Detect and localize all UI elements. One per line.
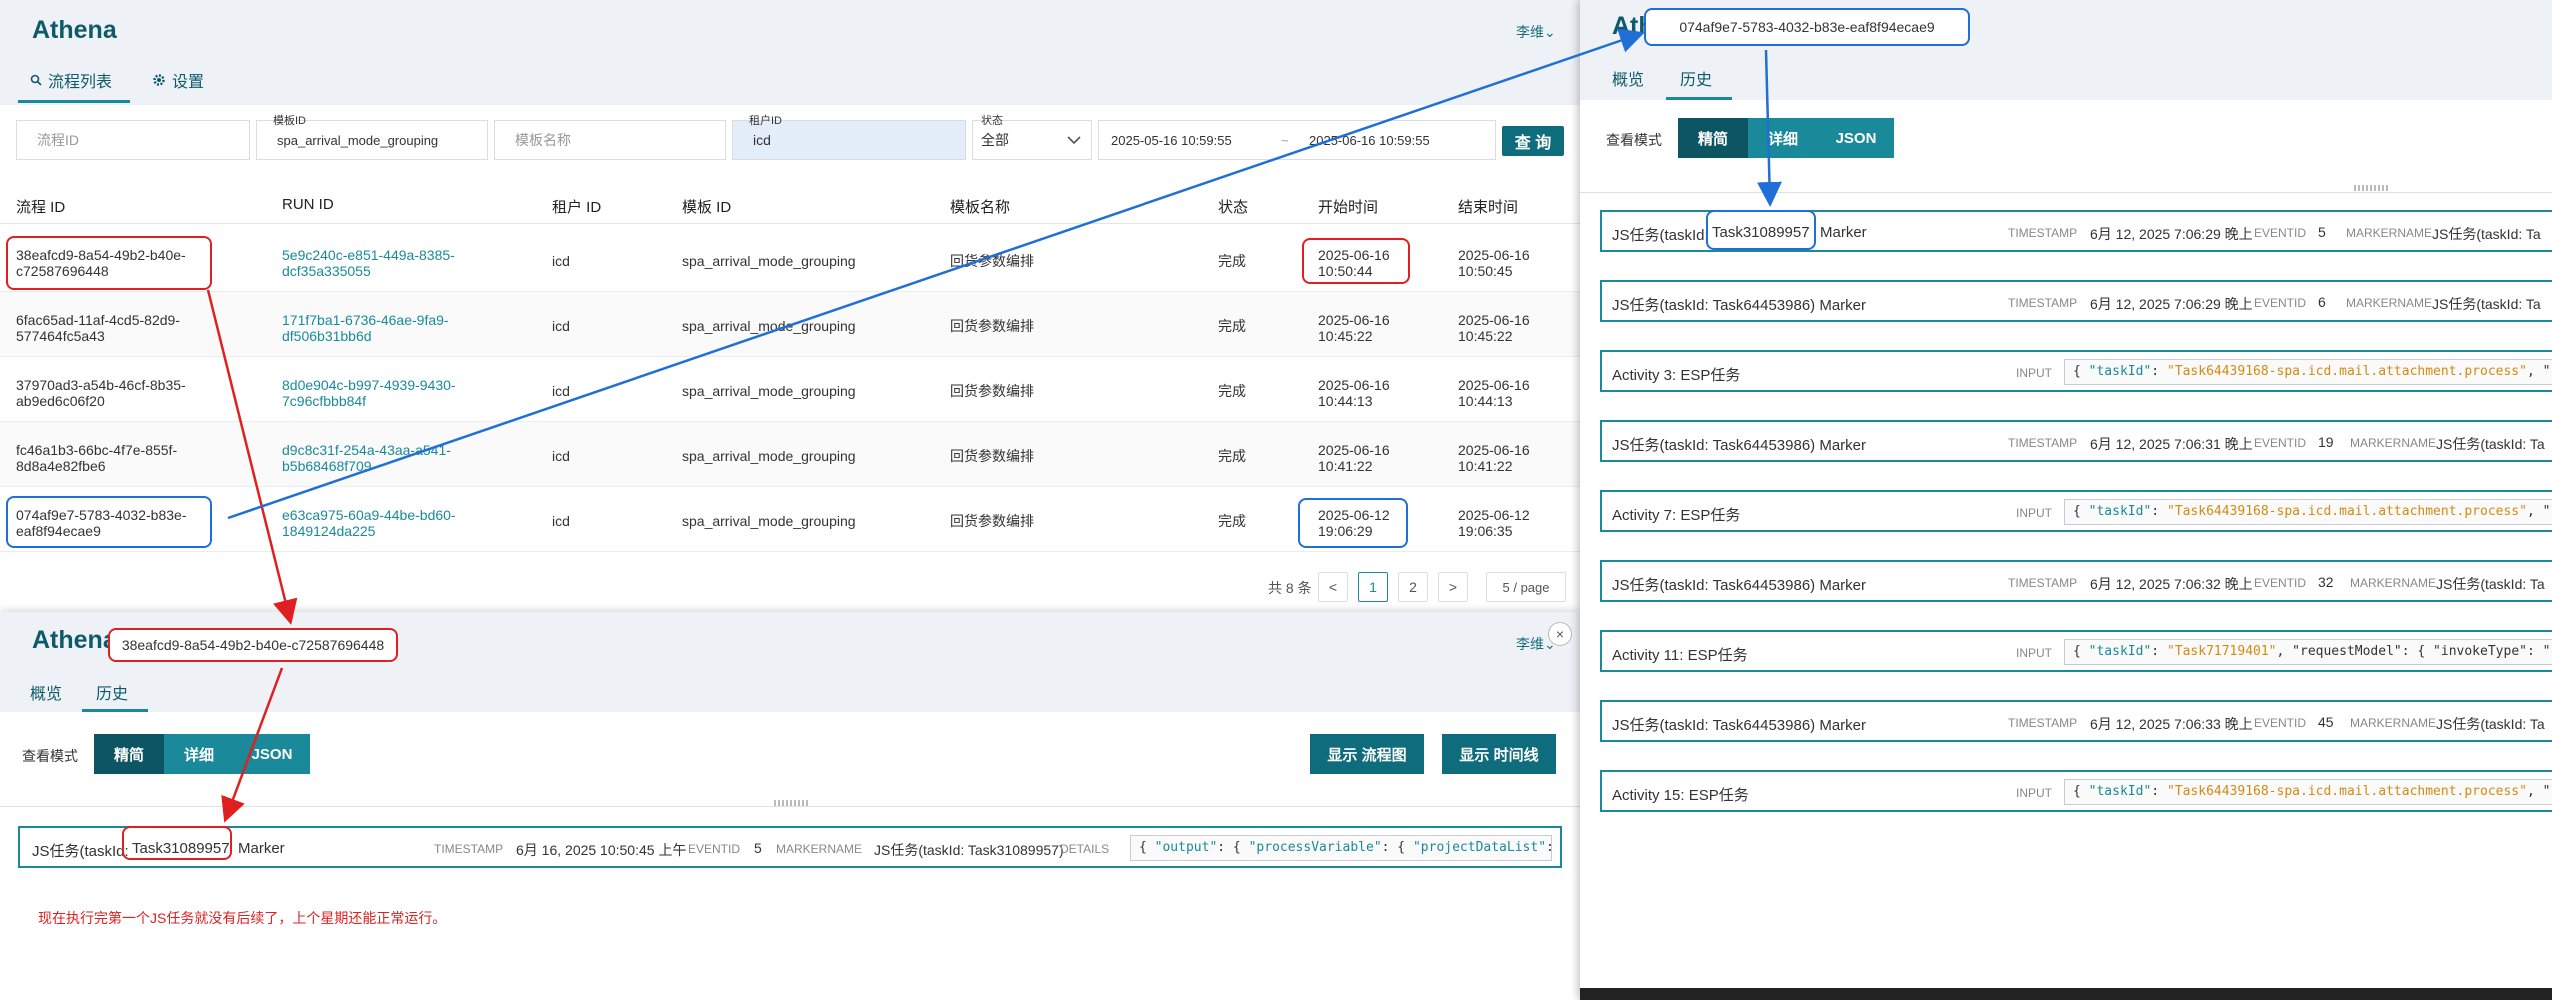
arrow-red bbox=[206, 289, 298, 625]
annotation-arrows bbox=[206, 28, 1782, 823]
arrow-blue bbox=[227, 28, 1645, 520]
arrow-red bbox=[221, 667, 284, 823]
arrow-blue bbox=[1756, 49, 1782, 207]
